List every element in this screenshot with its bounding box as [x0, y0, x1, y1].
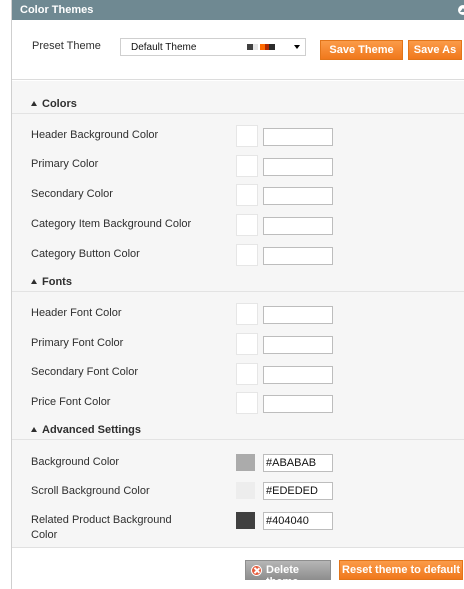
background-color-label: Background Color [31, 456, 120, 468]
category-button-color-label: Category Button Color [31, 248, 140, 260]
secondary-color-swatch[interactable] [236, 184, 258, 206]
fonts-group-title: Fonts [42, 276, 72, 288]
header-font-color-input[interactable] [263, 306, 333, 324]
scroll-background-color-swatch[interactable] [236, 482, 255, 499]
price-font-color-swatch[interactable] [236, 392, 258, 414]
background-color-swatch[interactable] [236, 454, 255, 471]
delete-theme-label: Delete theme [266, 564, 300, 588]
secondary-font-color-input[interactable] [263, 366, 333, 384]
secondary-color-input[interactable] [263, 187, 333, 205]
panel-footer: Delete theme Reset theme to default [12, 547, 464, 589]
primary-font-color-swatch[interactable] [236, 333, 258, 355]
price-font-color-label: Price Font Color [31, 396, 111, 408]
secondary-font-color-swatch[interactable] [236, 363, 258, 385]
colors-group-title: Colors [42, 98, 77, 110]
save-theme-button[interactable]: Save Theme [320, 40, 403, 60]
primary-color-swatch[interactable] [236, 155, 258, 177]
delete-icon [251, 565, 262, 576]
preset-theme-label: Preset Theme [32, 40, 101, 52]
scroll-background-color-input[interactable] [263, 482, 333, 500]
related-product-background-color-input[interactable] [263, 512, 333, 530]
chevron-down-icon [294, 45, 300, 49]
category-item-background-color-label: Category Item Background Color [31, 218, 192, 230]
settings-form: Colors Header Background Color Primary C… [12, 81, 464, 547]
colors-group-header[interactable]: Colors [12, 94, 464, 114]
theme-swatch [269, 44, 275, 50]
header-background-color-label: Header Background Color [31, 129, 159, 141]
delete-theme-button[interactable]: Delete theme [245, 560, 331, 588]
preset-section: Preset Theme Default Theme Save Theme Sa… [12, 20, 464, 80]
secondary-color-label: Secondary Color [31, 188, 113, 200]
header-font-color-label: Header Font Color [31, 307, 122, 319]
collapse-triangle-icon [31, 279, 37, 284]
preset-theme-select[interactable]: Default Theme [120, 38, 306, 56]
primary-font-color-input[interactable] [263, 336, 333, 354]
category-button-color-swatch[interactable] [236, 244, 258, 266]
primary-color-label: Primary Color [31, 158, 99, 170]
header-background-color-swatch[interactable] [236, 125, 258, 147]
panel-header: Color Themes [12, 0, 464, 20]
primary-font-color-label: Primary Font Color [31, 337, 124, 349]
scroll-background-color-label: Scroll Background Color [31, 485, 150, 497]
advanced-settings-group-title: Advanced Settings [42, 424, 142, 436]
collapse-icon[interactable] [458, 5, 464, 15]
related-product-background-color-label: Related Product Background Color [31, 514, 172, 541]
background-color-input[interactable] [263, 454, 333, 472]
secondary-font-color-label: Secondary Font Color [31, 366, 138, 378]
category-item-background-color-swatch[interactable] [236, 214, 258, 236]
color-themes-panel: Color Themes Preset Theme Default Theme … [11, 0, 464, 589]
collapse-triangle-icon [31, 101, 37, 106]
category-item-background-color-input[interactable] [263, 217, 333, 235]
primary-color-input[interactable] [263, 158, 333, 176]
preset-theme-value: Default Theme [131, 42, 197, 53]
header-font-color-swatch[interactable] [236, 303, 258, 325]
save-as-button[interactable]: Save As [408, 40, 462, 60]
theme-swatch [253, 44, 258, 50]
price-font-color-input[interactable] [263, 395, 333, 413]
panel-title: Color Themes [20, 4, 94, 16]
reset-theme-button[interactable]: Reset theme to default [339, 560, 463, 580]
category-button-color-input[interactable] [263, 247, 333, 265]
advanced-settings-group-header[interactable]: Advanced Settings [12, 420, 464, 440]
header-background-color-input[interactable] [263, 128, 333, 146]
collapse-triangle-icon [31, 427, 37, 432]
fonts-group-header[interactable]: Fonts [12, 272, 464, 292]
related-product-background-color-swatch[interactable] [236, 512, 255, 529]
